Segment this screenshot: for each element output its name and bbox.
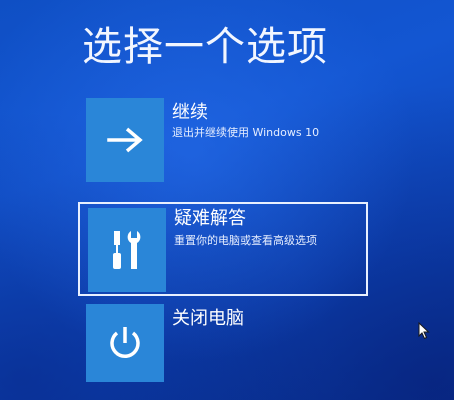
continue-tile[interactable] (86, 98, 164, 182)
shutdown-label: 关闭电脑 (172, 308, 244, 329)
arrow-right-icon (107, 127, 143, 153)
troubleshoot-tile[interactable] (88, 208, 166, 292)
continue-description: 退出并继续使用 Windows 10 (172, 126, 320, 139)
continue-label: 继续 (172, 102, 208, 123)
power-icon (110, 327, 140, 358)
mouse-cursor-icon (418, 322, 430, 340)
troubleshoot-label: 疑难解答 (174, 208, 246, 229)
page-title: 选择一个选项 (82, 24, 328, 70)
shutdown-option[interactable]: 关闭电脑 (86, 304, 376, 382)
troubleshoot-description: 重置你的电脑或查看高级选项 (174, 234, 317, 247)
continue-option[interactable]: 继续 退出并继续使用 Windows 10 (86, 98, 376, 184)
shutdown-tile[interactable] (86, 304, 164, 382)
tools-icon (113, 231, 141, 269)
troubleshoot-option[interactable]: 疑难解答 重置你的电脑或查看高级选项 (78, 202, 368, 296)
